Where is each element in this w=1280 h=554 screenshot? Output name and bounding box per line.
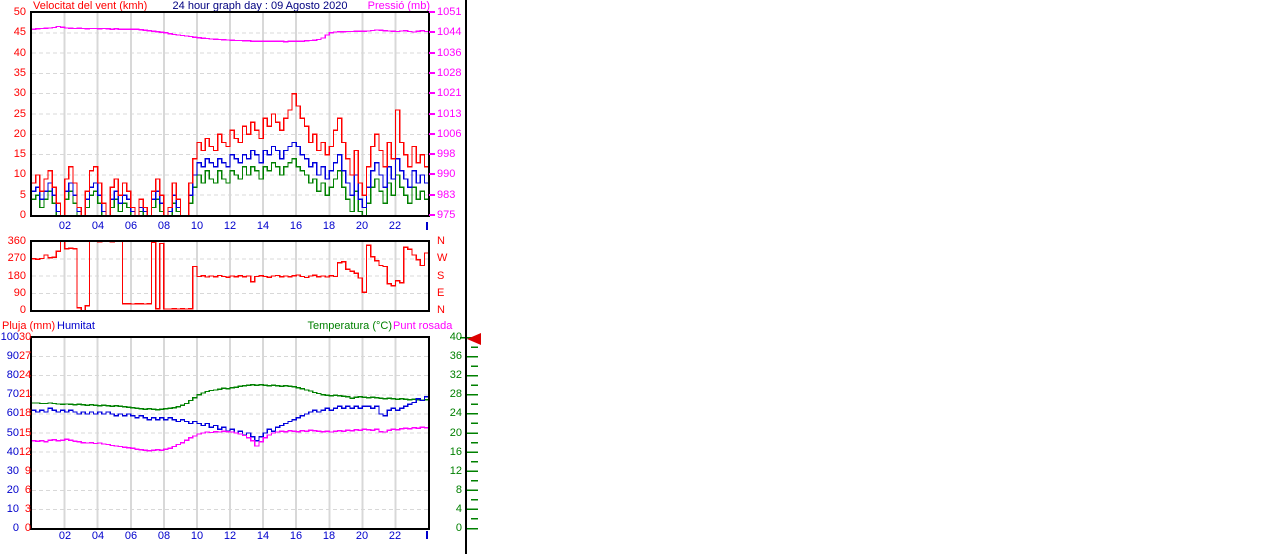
- hour-label: 10: [190, 220, 204, 232]
- pressure-tick: [429, 173, 435, 175]
- wind-axis-label: 20: [13, 128, 26, 140]
- pressure-tick: [429, 194, 435, 196]
- hour-label: 06: [124, 220, 138, 232]
- hour-label: 08: [157, 220, 171, 232]
- rain-axis-label: 24: [19, 369, 32, 381]
- hour-label: 06: [124, 530, 138, 542]
- humidity-axis-label: 90: [6, 350, 19, 362]
- humidity-label: Humitat: [57, 320, 95, 332]
- direction-axis-label: 270: [7, 252, 26, 264]
- rain-axis-label: 12: [19, 446, 32, 458]
- temperature-axis-label: 20: [449, 427, 462, 439]
- dewpoint-label: Punt rosada: [393, 320, 453, 332]
- direction-axis-label: 360: [7, 235, 26, 247]
- temperature-axis-label: 36: [449, 350, 462, 362]
- humidity-axis-label: 80: [6, 369, 19, 381]
- rain-axis-label: 0: [24, 522, 31, 534]
- direction-axis-label: 90: [13, 287, 26, 299]
- rain-axis-label: 18: [19, 407, 32, 419]
- pressure-tick: [429, 52, 435, 54]
- hour-label: 16: [289, 530, 303, 542]
- temperature-axis-label: 4: [455, 503, 462, 515]
- pressure-tick: [429, 11, 435, 13]
- compass-axis-label: S: [437, 270, 445, 282]
- compass-axis-label: W: [437, 252, 448, 264]
- humidity-axis-label: 20: [6, 484, 19, 496]
- wind-direction-chart: [30, 240, 430, 312]
- temperature-axis-label: 28: [449, 388, 462, 400]
- humidity-axis-label: 70: [6, 388, 19, 400]
- wind-axis-label: 0: [19, 209, 26, 221]
- hour-label: 14: [256, 220, 270, 232]
- hour-label: 20: [355, 220, 369, 232]
- rain-axis-label: 15: [19, 427, 32, 439]
- temperature-axis-ticks: [460, 336, 478, 530]
- hour-label: 04: [91, 530, 105, 542]
- partial-hour-label-mark-bottom: [426, 531, 428, 539]
- wind-axis-label: 15: [13, 148, 26, 160]
- wind-axis-label: 50: [13, 6, 26, 18]
- wind-axis-label: 30: [13, 87, 26, 99]
- wind-pressure-chart: [30, 11, 430, 217]
- pressure-tick: [429, 133, 435, 135]
- compass-axis-label: N: [437, 235, 445, 247]
- hour-label: 16: [289, 220, 303, 232]
- wind-axis-label: 40: [13, 47, 26, 59]
- wind-axis-label: 35: [13, 67, 26, 79]
- direction-axis-label: 180: [7, 270, 26, 282]
- compass-axis-label: N: [437, 304, 445, 316]
- rain-axis-label: 9: [24, 465, 31, 477]
- temperature-axis-label: 16: [449, 446, 462, 458]
- temperature-axis-label: 24: [449, 407, 462, 419]
- hour-label: 04: [91, 220, 105, 232]
- weather-graph-screen: Velocitat del vent (kmh) 24 hour graph d…: [0, 0, 1280, 554]
- humidity-axis-label: 60: [6, 407, 19, 419]
- wind-axis-label: 5: [19, 189, 26, 201]
- hour-label: 12: [223, 220, 237, 232]
- hour-label: 18: [322, 530, 336, 542]
- rain-axis-label: 27: [19, 350, 32, 362]
- hour-label: 02: [58, 220, 72, 232]
- pressure-tick: [429, 31, 435, 33]
- rain-axis-label: 6: [24, 484, 31, 496]
- humidity-axis-label: 50: [6, 427, 19, 439]
- direction-axis-label: 0: [19, 304, 26, 316]
- hour-label: 20: [355, 530, 369, 542]
- hour-label: 12: [223, 530, 237, 542]
- temp-humidity-rain-chart: [30, 336, 430, 530]
- hour-label: 22: [388, 220, 402, 232]
- hour-label: 08: [157, 530, 171, 542]
- pressure-tick: [429, 92, 435, 94]
- wind-axis-label: 45: [13, 26, 26, 38]
- humidity-axis-label: 100: [0, 331, 19, 343]
- compass-axis-label: E: [437, 287, 445, 299]
- wind-axis-label: 10: [13, 168, 26, 180]
- rain-axis-label: 30: [19, 331, 32, 343]
- partial-hour-label-mark-top: [426, 222, 428, 230]
- temperature-axis-label: 12: [449, 465, 462, 477]
- hour-label: 02: [58, 530, 72, 542]
- temperature-axis-label: 8: [455, 484, 462, 496]
- panel-separator-line: [465, 0, 467, 554]
- temperature-axis-label: 32: [449, 369, 462, 381]
- pressure-tick: [429, 214, 435, 216]
- pressure-tick: [429, 153, 435, 155]
- hour-label: 22: [388, 530, 402, 542]
- humidity-axis-label: 10: [6, 503, 19, 515]
- humidity-axis-label: 30: [6, 465, 19, 477]
- rain-axis-label: 3: [24, 503, 31, 515]
- temperature-axis-label: 40: [449, 331, 462, 343]
- wind-axis-label: 25: [13, 108, 26, 120]
- pressure-tick: [429, 113, 435, 115]
- temperature-label: Temperatura (°C): [307, 320, 392, 332]
- hour-label: 14: [256, 530, 270, 542]
- humidity-axis-label: 40: [6, 446, 19, 458]
- temperature-axis-label: 0: [455, 522, 462, 534]
- current-value-arrow-icon: [467, 333, 481, 345]
- humidity-axis-label: 0: [12, 522, 19, 534]
- pressure-tick: [429, 72, 435, 74]
- hour-label: 18: [322, 220, 336, 232]
- rain-axis-label: 21: [19, 388, 32, 400]
- hour-label: 10: [190, 530, 204, 542]
